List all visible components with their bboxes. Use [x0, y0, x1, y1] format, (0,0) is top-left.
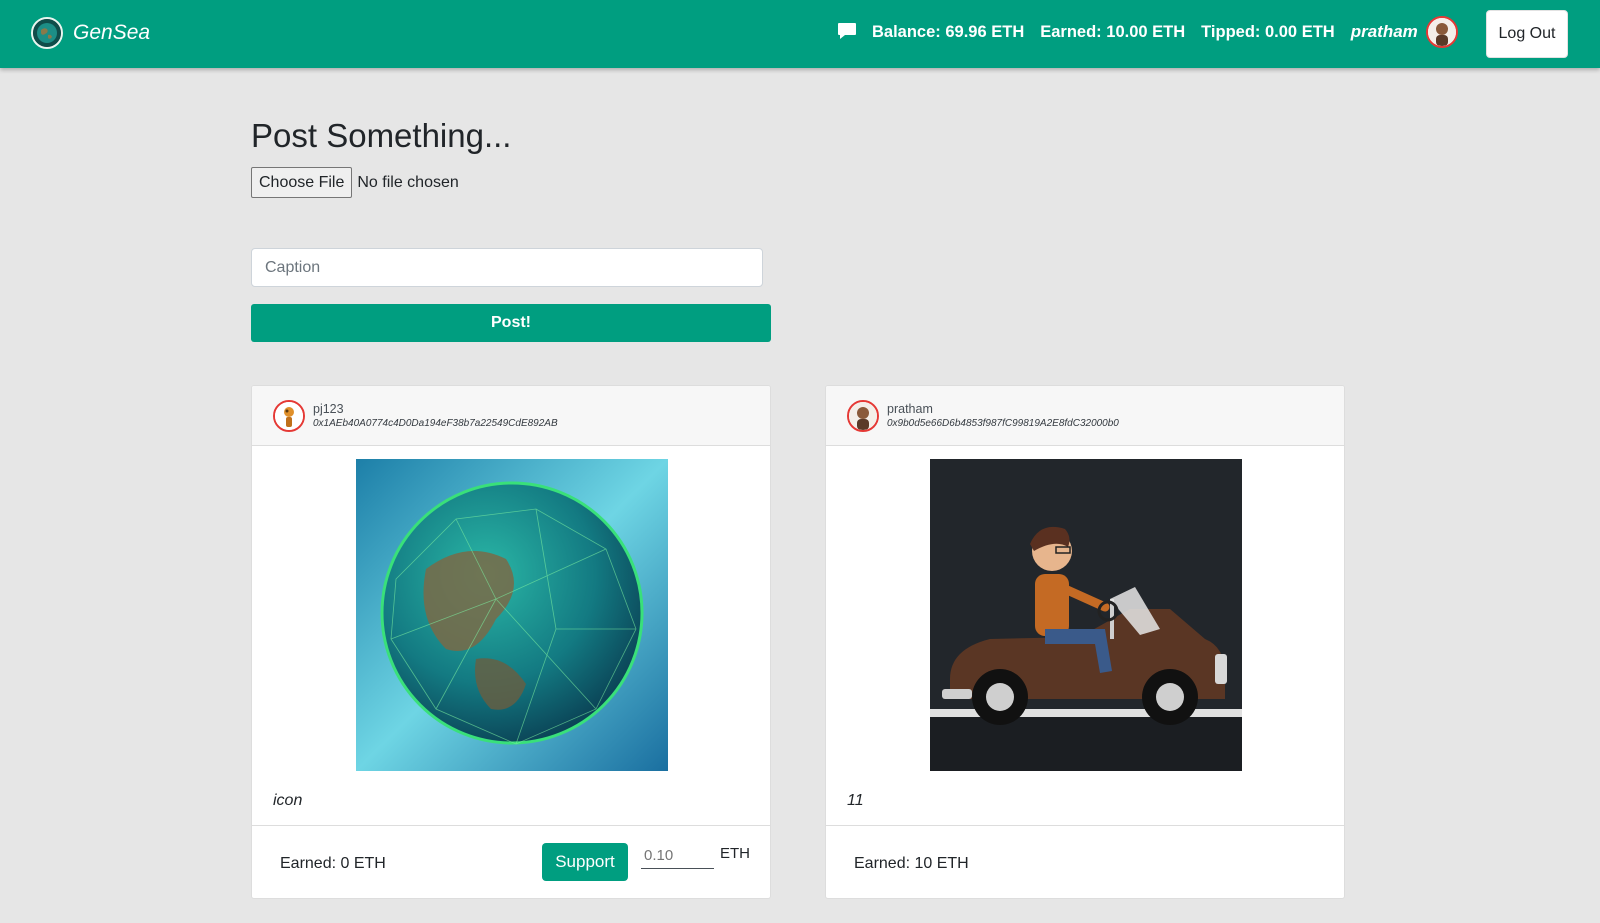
globe-logo-icon: [31, 17, 63, 49]
caption-input[interactable]: [251, 248, 763, 287]
current-username: pratham: [1350, 22, 1418, 41]
balance-text: Balance: 69.96 ETH: [872, 22, 1025, 41]
brand[interactable]: GenSea: [31, 17, 150, 49]
post-card: pj123 0x1AEb40A0774c4D0Da194eF38b7a22549…: [251, 385, 771, 899]
user-avatar[interactable]: [1425, 16, 1458, 48]
post-caption: icon: [273, 792, 303, 809]
post-form-title: Post Something...: [251, 117, 512, 154]
post-earned: Earned: 0 ETH: [280, 855, 386, 872]
earned-text: Earned: 10.00 ETH: [1040, 22, 1186, 41]
tip-unit: ETH: [720, 845, 750, 862]
post-author: pj123: [313, 402, 344, 416]
navbar: GenSea Balance: 69.96 ETH Earned: 10.00 …: [0, 0, 1600, 68]
author-avatar: [273, 399, 305, 432]
post-header: pratham 0x9b0d5e66D6b4853f987fC99819A2E8…: [826, 386, 1344, 446]
logout-button[interactable]: Log Out: [1486, 10, 1568, 58]
post-earned: Earned: 10 ETH: [854, 855, 969, 872]
chat-bubble-icon[interactable]: [836, 20, 858, 42]
file-picker: Choose File No file chosen: [251, 167, 459, 198]
post-header: pj123 0x1AEb40A0774c4D0Da194eF38b7a22549…: [252, 386, 770, 446]
support-button[interactable]: Support: [542, 843, 628, 881]
post-caption: 11: [847, 792, 864, 809]
post-card: pratham 0x9b0d5e66D6b4853f987fC99819A2E8…: [825, 385, 1345, 899]
author-avatar: [847, 399, 879, 432]
post-author: pratham: [887, 402, 933, 416]
choose-file-button[interactable]: Choose File: [251, 167, 353, 198]
nav-stats: Balance: 69.96 ETH Earned: 10.00 ETH Tip…: [836, 0, 1458, 68]
post-footer: Earned: 10 ETH: [826, 825, 1344, 898]
tipped-text: Tipped: 0.00 ETH: [1201, 22, 1335, 41]
post-author-address: 0x9b0d5e66D6b4853f987fC99819A2E8fdC32000…: [887, 418, 1119, 429]
tip-amount-input[interactable]: [641, 843, 714, 869]
post-image: [356, 459, 668, 771]
post-image: [930, 459, 1242, 771]
brand-name: GenSea: [73, 21, 151, 44]
file-status: No file chosen: [357, 173, 459, 191]
post-button[interactable]: Post!: [251, 304, 771, 342]
post-author-address: 0x1AEb40A0774c4D0Da194eF38b7a22549CdE892…: [313, 418, 558, 429]
post-footer: Earned: 0 ETH Support ETH: [252, 825, 770, 898]
